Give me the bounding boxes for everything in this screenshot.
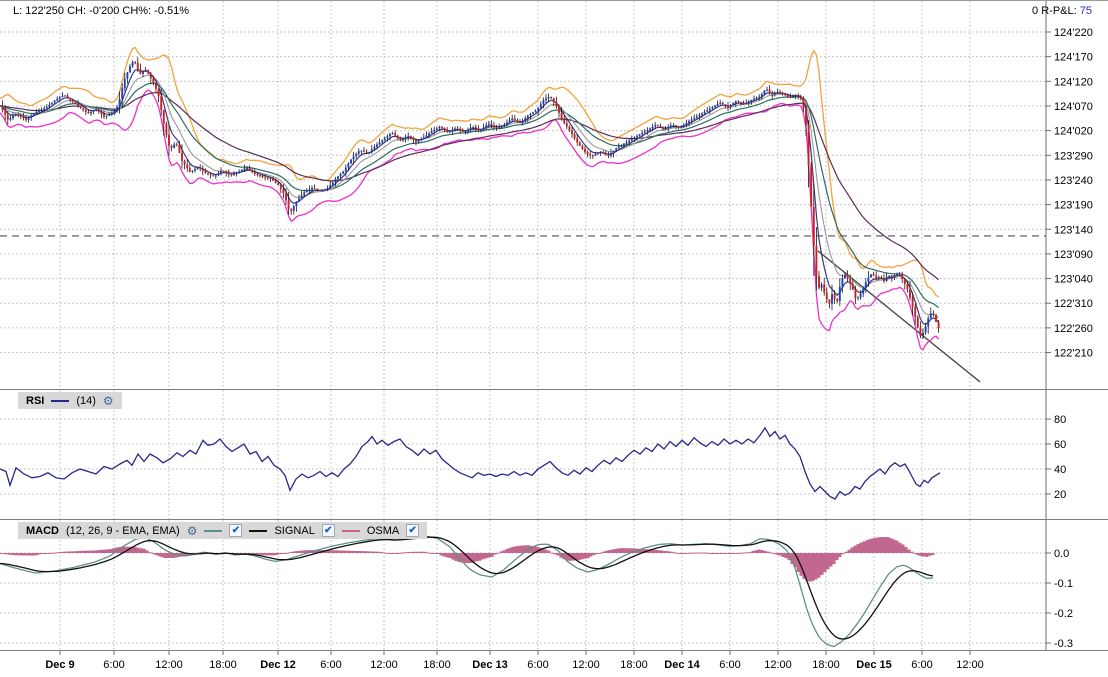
time-label: 6:00	[719, 659, 741, 671]
time-label: 18:00	[812, 659, 840, 671]
svg-text:123'290: 123'290	[1054, 150, 1093, 162]
slow-ma-line	[0, 82, 939, 309]
macd-title: MACD	[26, 524, 59, 537]
svg-text:122'210: 122'210	[1054, 348, 1093, 360]
svg-text:123'090: 123'090	[1054, 249, 1093, 261]
svg-text:-0.2: -0.2	[1054, 608, 1073, 620]
macd-settings-icon[interactable]: ⚙	[187, 525, 198, 537]
macd-indicator-panel[interactable]: 0.0 -0.1 -0.2 -0.3 MACD (12, 26, 9 - EMA, E…	[0, 519, 1108, 651]
fast-ma-line	[0, 69, 940, 326]
svg-text:122'310: 122'310	[1054, 298, 1093, 310]
mid-ma-line	[0, 74, 939, 319]
svg-text:123'190: 123'190	[1054, 200, 1093, 212]
time-axis[interactable]: Dec 9 6:00 12:00 18:00 Dec 12 6:00 12:00 18:00 D…	[0, 650, 1108, 677]
svg-text:0.0: 0.0	[1054, 548, 1069, 560]
time-label: Dec 12	[260, 659, 296, 671]
time-label: 12:00	[370, 659, 398, 671]
time-label: 12:00	[956, 659, 984, 671]
time-label: 12:00	[572, 659, 600, 671]
rsi-params: (14)	[76, 394, 96, 407]
time-label: Dec 15	[856, 659, 892, 671]
svg-text:123'040: 123'040	[1054, 274, 1093, 286]
upper-band-line	[0, 46, 939, 298]
svg-text:20: 20	[1054, 489, 1066, 501]
signal-label: SIGNAL	[274, 524, 315, 537]
time-label: Dec 14	[664, 659, 700, 671]
time-label: 12:00	[155, 659, 183, 671]
time-label: 6:00	[911, 659, 933, 671]
time-label: Dec 13	[472, 659, 508, 671]
lower-band-line	[0, 89, 940, 351]
svg-text:124'170: 124'170	[1054, 52, 1093, 64]
price-chart-panel[interactable]: 124'220 124'170 124'120 124'070 124'020 123'2…	[0, 1, 1108, 389]
rsi-settings-icon[interactable]: ⚙	[103, 395, 114, 407]
svg-text:124'020: 124'020	[1054, 126, 1093, 138]
svg-text:80: 80	[1054, 414, 1066, 426]
rsi-line-swatch	[51, 399, 70, 402]
signal-line-swatch	[249, 529, 268, 532]
svg-text:124'220: 124'220	[1054, 27, 1093, 39]
pnl-label: 0 R-P&L:	[1032, 5, 1077, 17]
svg-text:40: 40	[1054, 464, 1066, 476]
time-label: 18:00	[423, 659, 451, 671]
rsi-indicator-panel[interactable]: 80 60 40 20 RSI (14) ⚙	[0, 389, 1108, 520]
trading-chart-window: 124'220 124'170 124'120 124'070 124'020 123'2…	[0, 0, 1108, 677]
macd-line-swatch	[204, 529, 223, 532]
price-chart-svg[interactable]: 124'220 124'170 124'120 124'070 124'020 123'2…	[0, 1, 1108, 389]
svg-text:-0.1: -0.1	[1054, 578, 1073, 590]
svg-text:-0.3: -0.3	[1054, 638, 1073, 650]
candles-group	[1, 57, 940, 340]
macd-chart-svg[interactable]: 0.0 -0.1 -0.2 -0.3	[0, 520, 1108, 650]
osma-checkbox[interactable]: ✔	[406, 524, 420, 537]
svg-text:60: 60	[1054, 439, 1066, 451]
rsi-line	[0, 426, 941, 500]
svg-text:123'140: 123'140	[1054, 224, 1093, 236]
rsi-title: RSI	[26, 394, 45, 407]
pnl-value: 75	[1079, 5, 1092, 17]
quote-readout: L: 122'250 CH: -0'200 CH%: -0.51%	[13, 5, 190, 17]
osma-label: OSMA	[366, 524, 400, 537]
svg-text:124'120: 124'120	[1054, 76, 1093, 88]
time-label: 18:00	[620, 659, 648, 671]
rsi-header-chip: RSI (14) ⚙	[18, 392, 122, 409]
macd-line-checkbox[interactable]: ✔	[229, 524, 243, 537]
time-label: 6:00	[320, 659, 342, 671]
svg-text:124'070: 124'070	[1054, 101, 1093, 113]
trend-line	[817, 250, 981, 383]
svg-text:122'260: 122'260	[1054, 323, 1093, 335]
time-label: 6:00	[527, 659, 549, 671]
time-label: 6:00	[103, 659, 125, 671]
macd-header-chip: MACD (12, 26, 9 - EMA, EMA) ⚙ ✔ SIGNAL ✔…	[18, 522, 428, 539]
macd-params: (12, 26, 9 - EMA, EMA)	[66, 524, 180, 537]
osma-line-swatch	[341, 529, 360, 532]
time-label: Dec 9	[45, 659, 75, 671]
signal-checkbox[interactable]: ✔	[321, 524, 335, 537]
pnl-readout: 0 R-P&L: 75	[1032, 5, 1092, 17]
svg-text:123'240: 123'240	[1054, 175, 1093, 187]
time-label: 12:00	[764, 659, 792, 671]
time-label: 18:00	[209, 659, 237, 671]
rsi-chart-svg[interactable]: 80 60 40 20	[0, 390, 1108, 519]
